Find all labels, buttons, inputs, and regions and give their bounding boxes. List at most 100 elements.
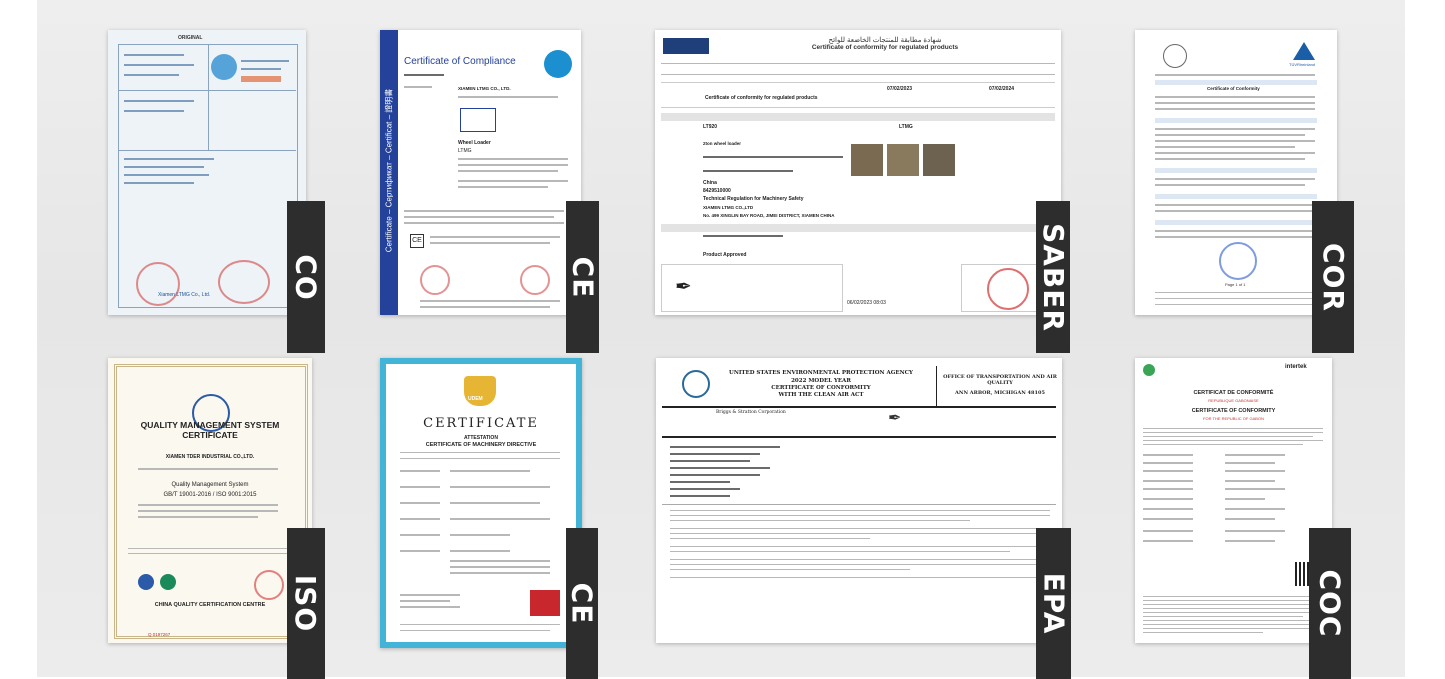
- certificate-card-coc[interactable]: intertek CERTIFICAT DE CONFORMITÉ REPUBL…: [1135, 358, 1351, 679]
- tag-label: CE: [565, 582, 599, 625]
- certificate-document: UNITED STATES ENVIRONMENTAL PROTECTION A…: [656, 358, 1062, 643]
- brand-name: UDEM: [468, 396, 483, 402]
- document-title: Certificate of Conformity: [1207, 86, 1260, 91]
- tag-label: CE: [566, 256, 599, 298]
- country-of-origin: China: [703, 180, 717, 186]
- loader-photo: [851, 144, 883, 176]
- issued-to: Briggs & Stratton Corporation: [716, 410, 786, 415]
- signature: ✒: [675, 274, 692, 298]
- blue-stamp-icon: [1219, 242, 1257, 280]
- certificate-card-iso[interactable]: QUALITY MANAGEMENT SYSTEM CERTIFICATE XI…: [108, 358, 325, 679]
- red-stamp-icon: [136, 262, 180, 306]
- certificate-document: UDEM CERTIFICATE ATTESTATION CERTIFICATE…: [380, 358, 582, 648]
- ce-mark-icon: CE: [410, 234, 424, 248]
- hs-code: 8429510000: [703, 188, 731, 194]
- gabon-logo-icon: [1143, 364, 1155, 376]
- standard: GB/T 19001-2016 / ISO 9001:2015: [163, 492, 257, 498]
- document-title: ORIGINAL: [178, 35, 203, 41]
- certificate-card-ce[interactable]: UDEM CERTIFICATE ATTESTATION CERTIFICATE…: [380, 358, 599, 679]
- tag-label: ISO: [289, 574, 323, 633]
- section-header: [661, 224, 1055, 232]
- certificate-document: Certificate – Сертификат – Certificat – …: [380, 30, 581, 315]
- document-subtitle-en: FOR THE REPUBLIC OF GABON: [1203, 416, 1264, 421]
- section-header: [1155, 80, 1317, 85]
- tag-label: COR: [1316, 242, 1350, 312]
- certificate-tag: CE: [565, 528, 599, 679]
- certificate-document: QUALITY MANAGEMENT SYSTEM CERTIFICATE XI…: [108, 358, 312, 643]
- arabic-title: شهادة مطابقة للمنتجات الخاضعة للوائح: [828, 37, 942, 44]
- stamp-time: 06/02/2023 08:03: [847, 300, 886, 306]
- office-name: OFFICE OF TRANSPORTATION AND AIR QUALITY: [943, 374, 1057, 386]
- certificate-document: intertek CERTIFICAT DE CONFORMITÉ REPUBL…: [1135, 358, 1332, 643]
- certificate-card-epa[interactable]: UNITED STATES ENVIRONMENTAL PROTECTION A…: [656, 358, 1071, 679]
- epa-seal-icon: [682, 370, 710, 398]
- form-divider: [118, 90, 296, 91]
- certificate-card-ce[interactable]: Certificate – Сертификат – Certificat – …: [380, 30, 599, 353]
- clean-air-act: WITH THE CLEAN AIR ACT: [778, 392, 864, 398]
- product-name: 2ton wheel loader: [703, 141, 742, 146]
- tag-label: EPA: [1037, 572, 1070, 635]
- issuer-name: intertek: [1285, 364, 1307, 370]
- red-stamp-icon: [254, 570, 284, 600]
- ecm-logo-icon: [544, 50, 572, 78]
- certificate-name: CERTIFICATE OF CONFORMITY: [771, 385, 871, 391]
- red-stamp-icon: [987, 268, 1029, 310]
- page-number: Page 1 of 1: [1225, 282, 1246, 287]
- certificate-document: شهادة مطابقة للمنتجات الخاضعة للوائح Cer…: [655, 30, 1061, 315]
- manufacturer: XIAMEN LTMG CO.,LTD: [703, 205, 754, 210]
- product-brand: LTMG: [458, 148, 472, 154]
- certificate-document: ORIGINAL Xiamen LTMG Co., Ltd.: [108, 30, 306, 315]
- certificate-card-cor[interactable]: TÜVRheinland Certificate of Conformity P…: [1135, 30, 1354, 353]
- saber-logo-icon: [663, 38, 709, 54]
- document-subtitle-fr: REPUBLIQUE GABONAISE: [1208, 398, 1259, 403]
- document-title: Certificate of Compliance: [404, 56, 516, 67]
- loader-photo: [887, 144, 919, 176]
- document-title: Certificate of conformity for regulated …: [811, 44, 959, 51]
- side-band-text: Certificate – Сертификат – Certificat – …: [384, 88, 394, 253]
- tuv-logo-icon: [1293, 42, 1315, 60]
- certificate-document: TÜVRheinland Certificate of Conformity P…: [1135, 30, 1337, 315]
- certificate-tag: COC: [1309, 528, 1351, 679]
- red-stamp-icon: [218, 260, 270, 304]
- brand-name: LTMG: [899, 124, 913, 130]
- cnas-logo-icon: [160, 574, 176, 590]
- office-city: ANN ARBOR, MICHIGAN 48105: [955, 390, 1045, 396]
- signature: ✒: [888, 408, 902, 427]
- certificate-tag: CO: [287, 201, 325, 353]
- form-divider: [118, 150, 296, 151]
- model-number: LT920: [703, 124, 718, 130]
- certificate-card-saber[interactable]: شهادة مطابقة للمنتجات الخاضعة للوائح Cer…: [655, 30, 1070, 353]
- certificate-tag: ISO: [287, 528, 325, 679]
- regulation: Technical Regulation for Machinery Safet…: [703, 196, 804, 202]
- section-header: [661, 113, 1055, 121]
- tag-label: CO: [289, 253, 323, 301]
- status: Product Approved: [703, 252, 747, 258]
- system-name: Quality Management System: [171, 482, 249, 488]
- loader-photo: [923, 144, 955, 176]
- expiry-date: 07/02/2024: [989, 86, 1015, 92]
- certificate-number: Q 0197267: [148, 632, 171, 637]
- certificate-tag: CE: [566, 201, 599, 353]
- document-title: CERTIFICAT DE CONFORMITÉ: [1193, 390, 1274, 396]
- tag-label: SABER: [1036, 222, 1070, 332]
- issuer-name: Xiamen LTMG Co., Ltd.: [158, 292, 211, 298]
- red-stamp-icon: [420, 265, 450, 295]
- certificate-tag: COR: [1312, 201, 1354, 353]
- directive: CERTIFICATE OF MACHINERY DIRECTIVE: [425, 442, 537, 448]
- red-stamp-icon: [520, 265, 550, 295]
- agency-name: UNITED STATES ENVIRONMENTAL PROTECTION A…: [729, 370, 913, 376]
- stamp-icon: [241, 76, 281, 82]
- certificate-tag: SABER: [1036, 201, 1070, 353]
- issuer-name: TÜVRheinland: [1289, 62, 1316, 67]
- udem-stamp-icon: [530, 590, 560, 616]
- product-name: Wheel Loader: [458, 140, 491, 146]
- document-title: CERTIFICATE: [423, 416, 539, 431]
- manufacturer-address: No. 499 XINGLIN BAY ROAD, JIMEI DISTRICT…: [703, 213, 835, 218]
- form-divider: [208, 44, 209, 150]
- header-divider: [936, 366, 937, 406]
- model-year: 2022 MODEL YEAR: [791, 378, 851, 384]
- certificate-type: Certificate of conformity for regulated …: [705, 95, 818, 101]
- centre-name: CHINA QUALITY CERTIFICATION CENTRE: [154, 602, 266, 608]
- certificate-card-co[interactable]: ORIGINAL Xiamen LTMG Co., Ltd. CO: [108, 30, 325, 353]
- holder-name: XIAMEN LTMG CO., LTD.: [458, 86, 511, 91]
